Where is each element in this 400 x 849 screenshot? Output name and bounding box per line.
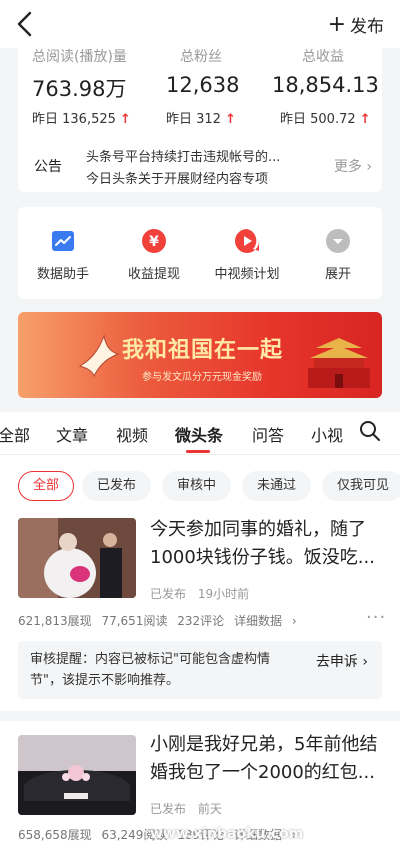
chart-icon [49, 227, 77, 255]
stat-reads-value: 763.98万 [32, 77, 127, 101]
review-notice: 审核提醒：内容已被标记"可能包含虚构情节"，该提示不影响推荐。 去申诉 › [18, 641, 382, 699]
filter-rejected[interactable]: 未通过 [242, 471, 312, 501]
article-time: 前天 [197, 802, 222, 816]
yuan-icon: ¥ [140, 227, 168, 255]
tab-articles[interactable]: 文章 [56, 422, 88, 446]
stat-income-value: 18,854.13 [272, 73, 379, 97]
filter-reviewing[interactable]: 审核中 [162, 471, 232, 501]
plus-icon: + [327, 11, 346, 37]
tool-label: 展开 [324, 267, 351, 282]
stat-income-label: 总收益 [302, 49, 344, 65]
article-status: 已发布 [150, 587, 187, 601]
tab-qa[interactable]: 问答 [252, 422, 284, 446]
comments-count: 232评论 [177, 614, 225, 628]
video-icon [233, 227, 261, 255]
tab-short-video[interactable]: 小视 [311, 422, 343, 446]
chevron-right-icon: › [366, 159, 372, 175]
article-title[interactable]: 今天参加同事的婚礼，随了1000块钱份子钱。饭没吃... [150, 516, 382, 572]
tab-micro-headlines[interactable]: 微头条 [175, 422, 223, 446]
campaign-banner[interactable]: 我和祖国在一起 参与发文瓜分万元现金奖励 [18, 312, 382, 398]
tool-label: 中视频计划 [214, 267, 280, 282]
tool-withdraw[interactable]: ¥ 收益提现 [114, 227, 194, 282]
stat-fans-yesterday: 昨日 312 ↑ [166, 112, 236, 127]
impressions-count: 621,813展现 [18, 614, 92, 628]
active-tab-indicator [186, 450, 210, 453]
tool-label: 收益提现 [127, 267, 180, 282]
publish-button[interactable]: + 发布 [328, 12, 384, 37]
article-thumbnail[interactable] [18, 518, 136, 598]
filter-private[interactable]: 仅我可见 [322, 471, 400, 501]
filter-published[interactable]: 已发布 [82, 471, 152, 501]
more-options-icon[interactable]: ··· [366, 607, 386, 628]
article-status: 已发布 [150, 802, 187, 816]
content-tabs: 全部 文章 视频 微头条 问答 小视 [0, 412, 400, 454]
announcement-more-link[interactable]: 更多 › [334, 156, 372, 176]
wedding-photo [18, 518, 136, 598]
up-arrow-icon: ↑ [120, 112, 131, 127]
up-arrow-icon: ↑ [359, 112, 371, 127]
up-arrow-icon: ↑ [225, 112, 236, 127]
search-icon[interactable] [359, 420, 381, 442]
announcement-text: 头条号平台持续打击违规帐号的... 今日头条关于开展财经内容专项 [86, 150, 281, 185]
wedding-car-photo [18, 735, 136, 815]
expand-icon [324, 227, 352, 255]
chevron-right-icon: › [362, 654, 368, 670]
banner-subtitle: 参与发文瓜分万元现金奖励 [142, 372, 262, 383]
tools-card: 数据助手 ¥ 收益提现 中视频计划 展开 [18, 207, 382, 299]
article-meta: 已发布 19小时前 [150, 585, 257, 602]
appeal-button[interactable]: 去申诉 › [316, 651, 368, 671]
article-meta: 已发布 前天 [150, 800, 230, 817]
svg-text:¥: ¥ [149, 234, 159, 250]
stats-card: 总阅读(播放)量 763.98万 昨日 136,525 ↑ 总粉丝 12,638… [18, 40, 382, 192]
section-separator [0, 711, 400, 721]
back-icon[interactable] [14, 10, 38, 38]
stat-reads-label: 总阅读(播放)量 [32, 49, 127, 65]
article-title[interactable]: 小刚是我好兄弟，5年前他结婚我包了一个2000的红包... [150, 731, 382, 787]
tool-mid-video-plan[interactable]: 中视频计划 [207, 227, 287, 282]
stat-reads-yesterday: 昨日 136,525 ↑ [32, 112, 131, 127]
stat-fans-label: 总粉丝 [180, 49, 222, 65]
article-stats: 621,813展现 77,651阅读 232评论 详细数据 › [18, 612, 303, 629]
detail-data-link[interactable]: 详细数据 › [234, 614, 297, 628]
watermark: www.xinbaoku.com [150, 826, 304, 842]
article-time: 19小时前 [197, 587, 250, 601]
tab-videos[interactable]: 视频 [116, 422, 148, 446]
tab-all[interactable]: 全部 [0, 422, 30, 446]
tool-data-assistant[interactable]: 数据助手 [23, 227, 103, 282]
article-thumbnail[interactable] [18, 735, 136, 815]
tiananmen-icon [308, 338, 370, 388]
reads-count: 77,651阅读 [101, 614, 168, 628]
stat-income-yesterday: 昨日 500.72 ↑ [280, 112, 371, 127]
content-feed: 全部 已发布 审核中 未通过 仅我可见 今天参加同事的婚礼，随了1000块钱份子… [0, 455, 400, 849]
dove-icon [78, 334, 120, 378]
filter-all[interactable]: 全部 [18, 471, 75, 501]
tool-label: 数据助手 [36, 267, 89, 282]
announcement-tag: 公告 [34, 159, 62, 175]
announcement-bar[interactable]: 公告 头条号平台持续打击违规帐号的... 今日头条关于开展财经内容专项 更多 › [32, 147, 372, 185]
review-notice-text: 审核提醒：内容已被标记"可能包含虚构情节"，该提示不影响推荐。 [30, 652, 270, 688]
publish-label: 发布 [350, 17, 384, 37]
impressions-count: 658,658展现 [18, 828, 92, 842]
tool-expand[interactable]: 展开 [298, 227, 378, 282]
stat-fans-value: 12,638 [166, 73, 240, 97]
banner-title: 我和祖国在一起 [122, 337, 284, 363]
